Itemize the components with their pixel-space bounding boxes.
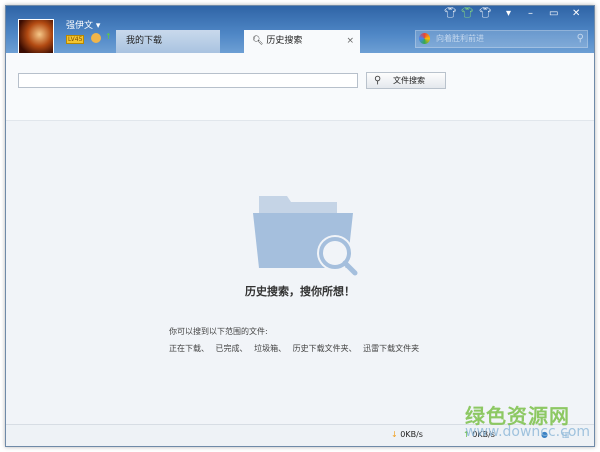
download-arrow-icon: ↓ (391, 430, 398, 439)
download-speed: ↓ 0KB/s (391, 430, 423, 439)
close-icon[interactable]: ✕ (572, 8, 580, 19)
search-icon[interactable]: ⚲ (577, 31, 584, 47)
hint-title: 你可以搜到以下范围的文件: (169, 327, 268, 336)
chevron-down-icon: ▾ (95, 21, 101, 31)
file-search-button[interactable]: ⚲ 文件搜索 (366, 72, 446, 89)
file-search-input[interactable] (18, 73, 358, 88)
search-icon: ⚲ (374, 75, 382, 86)
tab-my-downloads[interactable]: 我的下载 (116, 30, 220, 53)
watermark-url: www.downcc.com (465, 424, 591, 440)
folder-search-icon (253, 196, 358, 276)
level-badge: LV45 (66, 35, 85, 44)
tab-label: 我的下载 (126, 36, 163, 46)
top-search-input[interactable]: 向着胜利前进 ⚲ (415, 30, 588, 48)
search-bar: ⚲ 文件搜索 (6, 53, 594, 121)
skin-icon[interactable]: 👕︎ (444, 8, 457, 19)
skin-green-icon[interactable]: 👕︎ (461, 8, 474, 19)
username-menu[interactable]: 强伊文 ▾ (66, 18, 100, 31)
coin-icon[interactable] (91, 33, 101, 43)
hint-scope: 正在下载、 已完成、 垃圾箱、 历史下载文件夹、 迅雷下载文件夹 (169, 344, 420, 353)
skin-white-icon[interactable]: 👕︎ (479, 8, 492, 19)
empty-slogan: 历史搜索，搜你所想！ (245, 285, 355, 298)
browser-engine-icon[interactable] (419, 33, 430, 44)
close-tab-icon[interactable]: × (346, 30, 354, 53)
maximize-icon[interactable]: ▭ (549, 8, 558, 19)
tab-history-search[interactable]: 🔍︎ 历史搜索 × (244, 30, 360, 53)
search-icon: 🔍︎ (252, 36, 264, 46)
button-label: 文件搜索 (393, 76, 425, 85)
avatar[interactable] (18, 19, 54, 57)
upgrade-arrow-icon: ↑ (105, 32, 112, 41)
download-speed-value: 0KB/s (400, 430, 423, 439)
app-window: 强伊文 ▾ LV45 ↑ 我的下载 🔍︎ 历史搜索 × 向着胜利前进 ⚲ 👕︎ 👕︎… (5, 5, 595, 447)
minimize-icon[interactable]: – (528, 8, 533, 19)
username: 强伊文 (66, 21, 94, 31)
tab-label: 历史搜索 (266, 36, 303, 46)
menu-icon[interactable]: ▾ (506, 8, 511, 19)
header: 强伊文 ▾ LV45 ↑ 我的下载 🔍︎ 历史搜索 × 向着胜利前进 ⚲ 👕︎ 👕︎… (6, 6, 594, 64)
top-search-placeholder: 向着胜利前进 (436, 34, 484, 43)
